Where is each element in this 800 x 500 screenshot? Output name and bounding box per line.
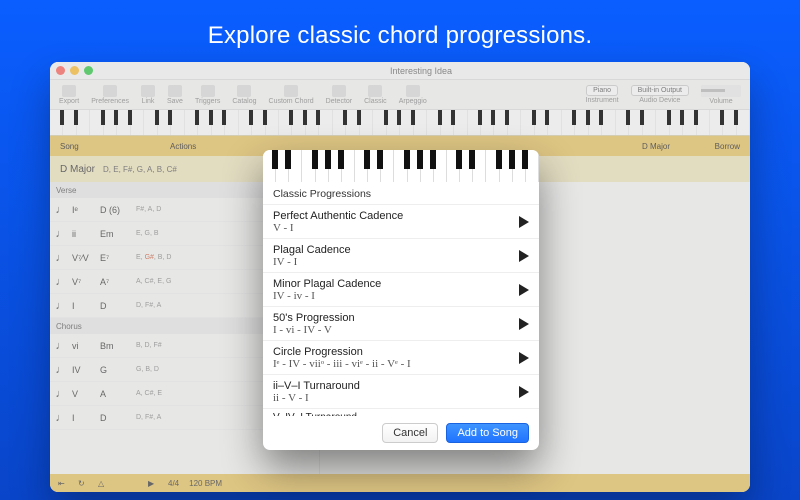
add-to-song-button[interactable]: Add to Song	[446, 423, 529, 443]
play-icon[interactable]	[519, 352, 529, 364]
play-icon[interactable]	[519, 216, 529, 228]
progression-row[interactable]: Plagal CadenceIV - I	[263, 239, 539, 273]
classic-progressions-dialog: Classic Progressions Perfect Authentic C…	[263, 150, 539, 450]
dialog-keyboard[interactable]	[263, 150, 539, 182]
cancel-button[interactable]: Cancel	[382, 423, 438, 443]
progression-row[interactable]: ii–V–I Turnaroundii - V - I	[263, 375, 539, 409]
progression-row[interactable]: Circle ProgressionIᵉ - IV - viiᵒ - iii -…	[263, 341, 539, 375]
progression-row[interactable]: Perfect Authentic CadenceV - I	[263, 205, 539, 239]
hero-headline: Explore classic chord progressions.	[0, 0, 800, 50]
progression-row[interactable]: Minor Plagal CadenceIV - iv - I	[263, 273, 539, 307]
progression-list: Perfect Authentic CadenceV - IPlagal Cad…	[263, 205, 539, 416]
dialog-title: Classic Progressions	[263, 182, 539, 205]
play-icon[interactable]	[519, 284, 529, 296]
progression-row[interactable]: 50's ProgressionI - vi - IV - V	[263, 307, 539, 341]
play-icon[interactable]	[519, 318, 529, 330]
play-icon[interactable]	[519, 386, 529, 398]
progression-row-cutoff[interactable]: V–IV–I Turnaround	[263, 409, 539, 416]
play-icon[interactable]	[519, 250, 529, 262]
